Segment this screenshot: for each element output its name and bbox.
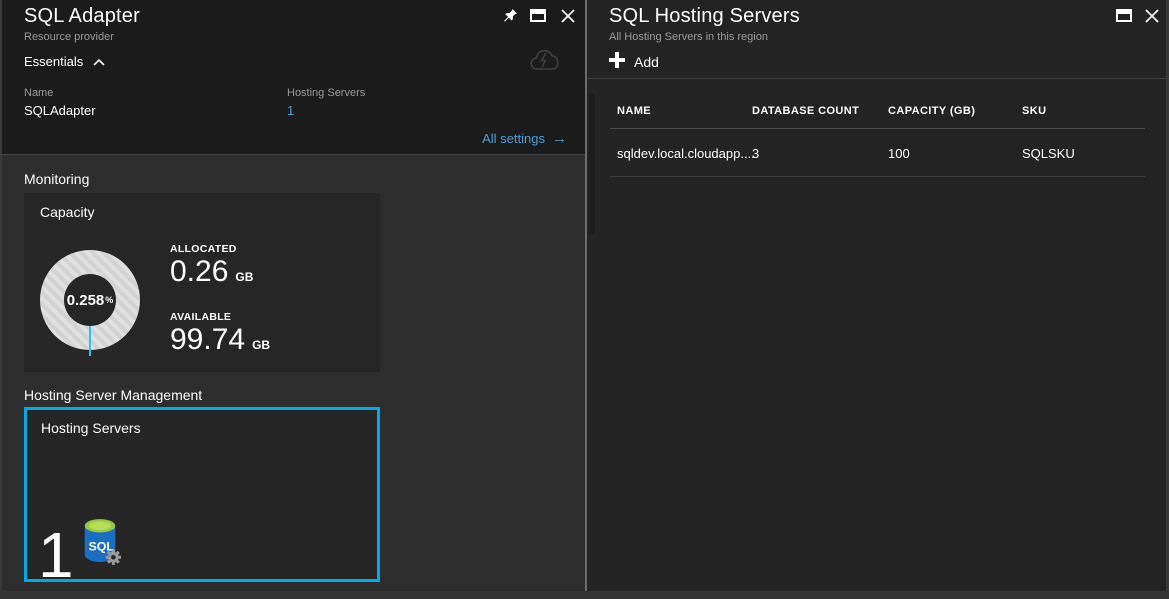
add-button-label: Add <box>634 54 659 70</box>
cell-database-count: 3 <box>752 146 759 161</box>
maximize-button[interactable] <box>1115 8 1133 26</box>
azure-stack-portal: SQL Adapter Resource provider Essentials <box>0 0 1169 599</box>
essentials-divider <box>0 154 585 155</box>
available-unit: GB <box>252 338 270 352</box>
close-icon <box>561 9 575 26</box>
sql-database-icon: SQL <box>79 517 121 572</box>
close-icon <box>1145 9 1159 26</box>
maximize-button[interactable] <box>529 8 547 26</box>
column-header-database-count: DATABASE COUNT <box>752 105 859 117</box>
available-metric: AVAILABLE 99.74 GB <box>170 311 270 358</box>
right-arrow-icon: → <box>552 130 567 147</box>
capacity-donut-center: 0.258 % <box>64 274 116 326</box>
hosting-servers-tile-title: Hosting Servers <box>41 420 141 436</box>
column-header-capacity-gb: CAPACITY (GB) <box>888 105 975 117</box>
blade-title: SQL Adapter <box>24 5 140 28</box>
blade-subtitle: All Hosting Servers in this region <box>609 31 768 43</box>
cloud-lightning-icon <box>529 48 565 79</box>
hosting-server-management-title: Hosting Server Management <box>24 387 202 403</box>
horizontal-scrollbar-track[interactable] <box>0 591 1169 599</box>
hosting-servers-tile[interactable]: Hosting Servers 1 SQL <box>24 407 380 582</box>
toolbar-divider <box>587 78 1169 79</box>
close-button[interactable] <box>559 8 577 26</box>
field-name-label: Name <box>24 87 53 99</box>
allocated-unit: GB <box>235 270 253 284</box>
field-name-value: SQLAdapter <box>24 103 96 118</box>
cell-sku: SQLSKU <box>1022 146 1075 161</box>
maximize-icon <box>1116 9 1132 25</box>
capacity-tile-title: Capacity <box>40 204 94 220</box>
available-value: 99.74 <box>170 323 245 358</box>
blade-title: SQL Hosting Servers <box>609 5 800 28</box>
essentials-toggle[interactable]: Essentials <box>24 54 105 69</box>
capacity-donut-allocated-tick <box>89 324 91 356</box>
cell-capacity-gb: 100 <box>888 146 910 161</box>
essentials-label: Essentials <box>24 54 83 69</box>
pin-icon <box>503 8 518 26</box>
pin-button[interactable] <box>501 8 519 26</box>
sql-hosting-servers-blade: SQL Hosting Servers All Hosting Servers … <box>587 0 1169 599</box>
table-header-divider <box>610 128 1145 129</box>
all-settings-label: All settings <box>482 131 545 146</box>
close-button[interactable] <box>1143 8 1161 26</box>
chevron-up-icon <box>93 54 105 69</box>
allocated-value: 0.26 <box>170 255 228 290</box>
monitoring-section-title: Monitoring <box>24 171 89 187</box>
column-header-sku: SKU <box>1022 105 1046 117</box>
maximize-icon <box>530 9 546 25</box>
capacity-percent-value: 0.258 <box>67 292 105 309</box>
plus-icon <box>609 52 625 71</box>
svg-text:SQL: SQL <box>89 540 115 554</box>
hosting-servers-count-link[interactable]: 1 <box>287 103 294 118</box>
cell-name: sqldev.local.cloudapp.... <box>617 146 755 161</box>
sql-adapter-blade: SQL Adapter Resource provider Essentials <box>0 0 585 599</box>
capacity-donut-chart: 0.258 % <box>40 250 140 350</box>
hosting-servers-count: 1 <box>38 523 74 587</box>
left-edge-strip <box>0 0 2 599</box>
all-settings-link[interactable]: All settings → <box>482 130 567 147</box>
field-hosting-servers-label: Hosting Servers <box>287 87 365 99</box>
allocated-label: ALLOCATED <box>170 243 253 255</box>
capacity-percent-unit: % <box>105 295 113 305</box>
add-button[interactable]: Add <box>609 52 659 71</box>
blade-subtitle: Resource provider <box>24 31 114 43</box>
column-header-name: NAME <box>617 105 651 117</box>
gear-icon <box>106 550 121 565</box>
allocated-metric: ALLOCATED 0.26 GB <box>170 243 253 290</box>
table-row-divider <box>610 176 1145 177</box>
capacity-tile[interactable]: Capacity 0.258 % ALLOCATED 0.26 GB AVAIL… <box>24 193 380 372</box>
available-label: AVAILABLE <box>170 311 270 323</box>
vertical-scrollbar-thumb[interactable] <box>589 94 595 234</box>
